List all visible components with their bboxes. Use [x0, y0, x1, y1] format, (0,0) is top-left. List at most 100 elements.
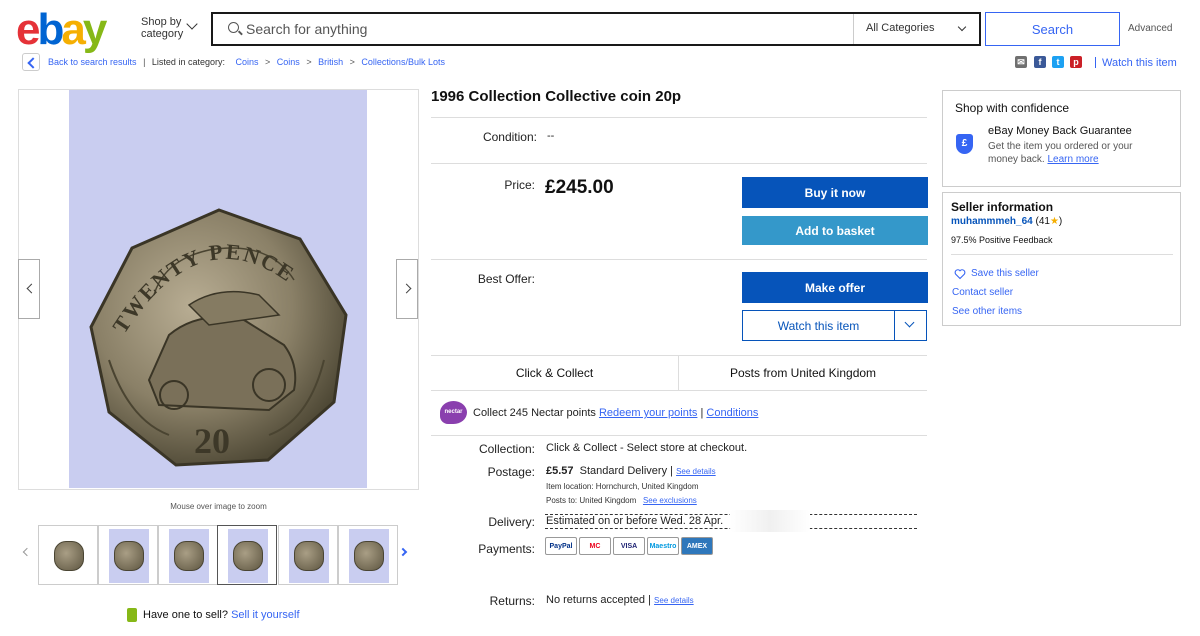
search-input[interactable] [246, 20, 836, 38]
separator: | [700, 407, 704, 419]
price-tag-icon [127, 608, 137, 622]
seller-name[interactable]: muhammmeh_64 [951, 216, 1033, 227]
thumbnail[interactable] [98, 525, 158, 585]
next-image-button[interactable] [396, 259, 418, 319]
postage-label: Postage: [487, 465, 535, 479]
thumbnail[interactable] [338, 525, 398, 585]
ebay-logo[interactable]: ebay [16, 5, 108, 54]
make-offer-button[interactable]: Make offer [742, 272, 928, 303]
divider [853, 14, 854, 44]
previous-image-button[interactable] [18, 259, 40, 319]
delivery-value: Estimated on or before Wed. 28 Apr. [546, 515, 724, 527]
logo-letter-a: a [61, 5, 86, 54]
add-to-basket-button[interactable]: Add to basket [742, 216, 928, 245]
confidence-title: Shop with confidence [955, 101, 1070, 115]
twitter-icon[interactable]: t [1052, 56, 1064, 68]
seller-name-row: muhammmeh_64 (41★) [951, 216, 1062, 227]
posts-to: Posts to: United Kingdom See exclusions [546, 496, 697, 505]
divider [431, 163, 927, 164]
breadcrumb-item[interactable]: Collections/Bulk Lots [361, 57, 445, 67]
collection-label: Collection: [478, 442, 535, 456]
item-location: Item location: Hornchurch, United Kingdo… [546, 482, 699, 491]
email-icon[interactable]: ✉ [1015, 56, 1027, 68]
shop-by-category[interactable]: Shop by category [141, 16, 191, 40]
pinterest-icon[interactable]: p [1070, 56, 1082, 68]
see-other-items-link[interactable]: See other items [952, 306, 1022, 317]
back-arrow-icon[interactable] [22, 53, 40, 71]
breadcrumb-separator: > [265, 57, 271, 67]
price-label: Price: [504, 178, 535, 192]
zoom-hint: Mouse over image to zoom [170, 502, 267, 511]
back-to-results-link[interactable]: Back to search results [48, 57, 137, 67]
guarantee-title: eBay Money Back Guarantee [988, 125, 1132, 137]
nectar-text: Collect 245 Nectar points [473, 407, 596, 419]
conditions-link[interactable]: Conditions [706, 407, 758, 419]
star-icon: ★ [1049, 216, 1059, 227]
learn-more-link[interactable]: Learn more [1047, 154, 1098, 165]
redeem-points-link[interactable]: Redeem your points [599, 407, 697, 419]
breadcrumb-item[interactable]: British [318, 57, 343, 67]
posts-to-text: Posts to: United Kingdom [546, 496, 637, 505]
best-offer-label: Best Offer: [477, 272, 535, 286]
postage-value: £5.57 Standard Delivery | See details [546, 465, 716, 477]
returns-text: No returns accepted [546, 594, 646, 606]
postage-type: Standard Delivery [579, 465, 668, 477]
thumbnail[interactable] [278, 525, 338, 585]
returns-label: Returns: [489, 594, 535, 608]
save-seller-link[interactable]: Save this seller [971, 268, 1039, 279]
main-coin-image[interactable]: TWENTY PENCE 20 [69, 90, 367, 488]
buy-it-now-button[interactable]: Buy it now [742, 177, 928, 208]
heart-icon[interactable] [954, 268, 966, 280]
collection-value: Click & Collect - Select store at checko… [546, 442, 748, 454]
divider [1095, 57, 1096, 68]
breadcrumb-item[interactable]: Coins [277, 57, 300, 67]
nectar-points: Collect 245 Nectar points Redeem your po… [473, 407, 758, 419]
search-button[interactable]: Search [985, 12, 1120, 46]
see-exclusions-link[interactable]: See exclusions [643, 496, 697, 505]
sell-question: Have one to sell? [143, 609, 228, 621]
condition-value: -- [547, 130, 555, 142]
watch-item-button[interactable]: Watch this item [742, 310, 895, 341]
payments-label: Payments: [478, 542, 535, 556]
sell-it-yourself-link[interactable]: Sell it yourself [231, 609, 299, 621]
chevron-left-icon[interactable] [22, 547, 32, 557]
advanced-search-link[interactable]: Advanced [1128, 23, 1172, 34]
seller-score-close: ) [1058, 216, 1063, 227]
chevron-right-icon[interactable] [398, 547, 408, 557]
returns-value: No returns accepted | See details [546, 594, 694, 606]
paypal-icon: PayPal [545, 537, 577, 555]
delivery-label: Delivery: [488, 515, 535, 529]
search-icon [228, 22, 239, 33]
breadcrumb-separator: > [306, 57, 312, 67]
seller-score[interactable]: (41 [1035, 216, 1049, 227]
postage-details-link[interactable]: See details [676, 467, 716, 476]
facebook-icon[interactable]: f [1034, 56, 1046, 68]
breadcrumb-separator: > [349, 57, 355, 67]
separator: | [670, 465, 674, 477]
logo-letter-y: y [82, 5, 108, 54]
coin-illustration: TWENTY PENCE 20 [89, 208, 348, 467]
category-select[interactable]: All Categories [866, 22, 934, 34]
thumbnail[interactable] [158, 525, 218, 585]
logo-letter-b: b [37, 5, 64, 54]
breadcrumb: Back to search results | Listed in categ… [48, 57, 445, 67]
sell-prompt: Have one to sell? Sell it yourself [143, 609, 300, 621]
posts-from-label: Posts from United Kingdom [729, 366, 877, 380]
coin-value-text: 20 [194, 421, 230, 461]
visa-icon: VISA [613, 537, 645, 555]
thumbnail[interactable] [38, 525, 98, 585]
listed-in-label: Listed in category: [151, 57, 225, 67]
returns-details-link[interactable]: See details [654, 596, 694, 605]
thumbnail-active[interactable] [217, 525, 277, 585]
click-collect-label: Click & Collect [515, 366, 594, 380]
breadcrumb-item[interactable]: Coins [235, 57, 258, 67]
breadcrumb-separator: | [143, 57, 146, 67]
amex-icon: AMEX [681, 537, 713, 555]
guarantee-text: Get the item you ordered or your money b… [988, 140, 1163, 166]
logo-letter-e: e [16, 5, 41, 54]
divider [431, 117, 927, 118]
redacted-area [730, 510, 810, 532]
watch-this-item-link[interactable]: Watch this item [1102, 57, 1177, 69]
seller-title: Seller information [951, 200, 1054, 214]
contact-seller-link[interactable]: Contact seller [952, 287, 1013, 298]
